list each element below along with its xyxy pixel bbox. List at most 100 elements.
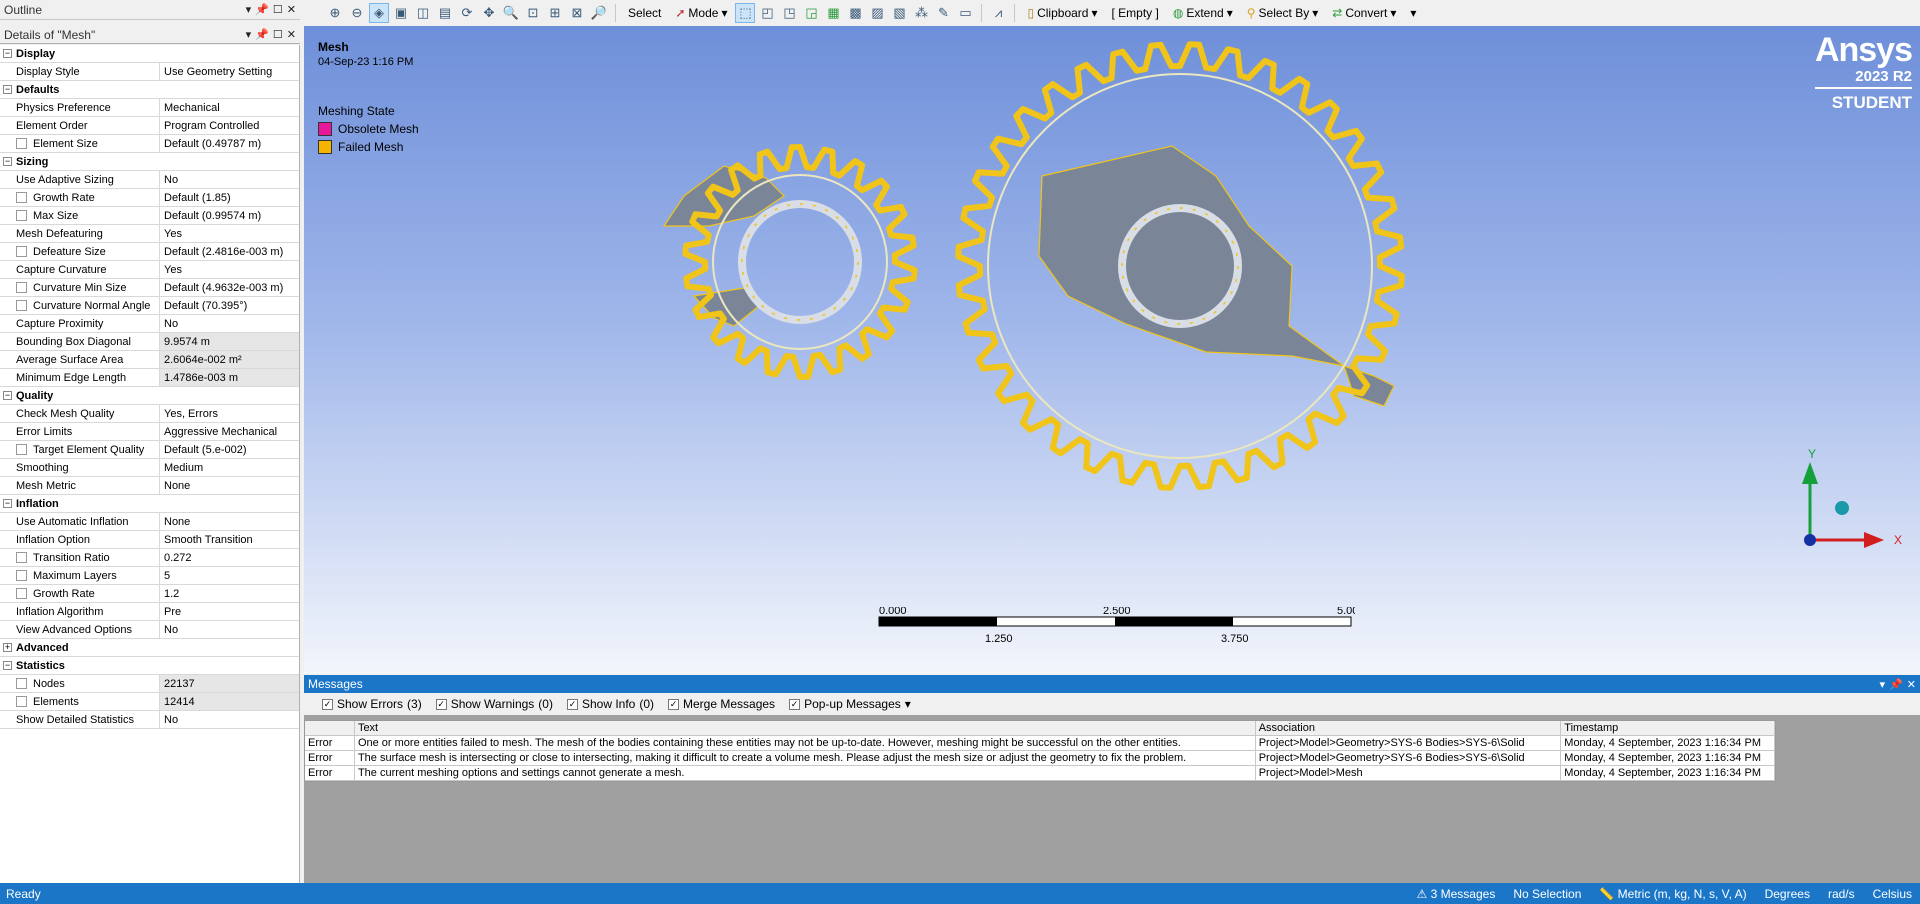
clipboard-button[interactable]: ▯ Clipboard ▾: [1021, 2, 1103, 24]
property-row[interactable]: Target Element Quality Default (5.e-002): [0, 441, 299, 459]
property-row[interactable]: View Advanced Options No: [0, 621, 299, 639]
magnifier-icon[interactable]: 🔎: [589, 3, 609, 23]
collapse-icon[interactable]: −: [3, 157, 12, 166]
table-row[interactable]: Error The surface mesh is intersecting o…: [305, 751, 1775, 766]
zoom-fit-icon[interactable]: ⊞: [545, 3, 565, 23]
property-row[interactable]: Growth Rate 1.2: [0, 585, 299, 603]
close-icon[interactable]: ✕: [287, 28, 296, 41]
property-row[interactable]: Growth Rate Default (1.85): [0, 189, 299, 207]
units-status[interactable]: 📏 Metric (m, kg, N, s, V, A): [1599, 887, 1746, 901]
zoom-icon[interactable]: 🔍: [501, 3, 521, 23]
temperature-units[interactable]: Celsius: [1873, 887, 1912, 901]
select-elem-face-icon[interactable]: ▨: [867, 3, 887, 23]
annotation-icon[interactable]: ✎: [933, 3, 953, 23]
property-row[interactable]: Maximum Layers 5: [0, 567, 299, 585]
collapse-icon[interactable]: −: [3, 391, 12, 400]
messages-status[interactable]: ⚠ 3 Messages: [1417, 887, 1496, 901]
parameter-checkbox[interactable]: [16, 552, 27, 563]
pan-icon[interactable]: ✥: [479, 3, 499, 23]
parameter-checkbox[interactable]: [16, 246, 27, 257]
select-vertex-icon[interactable]: ⬚: [735, 3, 756, 23]
dropdown-icon[interactable]: ▾: [1880, 678, 1886, 691]
property-row[interactable]: Use Automatic Inflation None: [0, 513, 299, 531]
section-sizing[interactable]: − Sizing: [0, 153, 299, 171]
angle-units[interactable]: Degrees: [1765, 887, 1810, 901]
collapse-icon[interactable]: −: [3, 661, 12, 670]
checkbox[interactable]: ✓: [435, 698, 447, 710]
section-quality[interactable]: − Quality: [0, 387, 299, 405]
extend-button[interactable]: ◍ Extend ▾: [1167, 2, 1239, 24]
property-row[interactable]: Transition Ratio 0.272: [0, 549, 299, 567]
merge-messages-toggle[interactable]: ✓ Merge Messages: [668, 697, 775, 711]
property-row[interactable]: Mesh Defeaturing Yes: [0, 225, 299, 243]
section-statistics[interactable]: − Statistics: [0, 657, 299, 675]
zoom-out-icon[interactable]: ⊖: [347, 3, 367, 23]
body-view-icon[interactable]: ◈: [369, 3, 389, 23]
pin-icon[interactable]: 📌: [1889, 678, 1903, 691]
property-row[interactable]: Capture Curvature Yes: [0, 261, 299, 279]
collapse-icon[interactable]: −: [3, 49, 12, 58]
collapse-icon[interactable]: −: [3, 85, 12, 94]
property-row[interactable]: Capture Proximity No: [0, 315, 299, 333]
toolbar-overflow-button[interactable]: ▾: [1404, 2, 1422, 24]
rotate-icon[interactable]: ⟳: [457, 3, 477, 23]
property-row[interactable]: Inflation Option Smooth Transition: [0, 531, 299, 549]
mode-button[interactable]: ➚ Mode ▾: [669, 2, 733, 24]
property-row[interactable]: Element Size Default (0.49787 m): [0, 135, 299, 153]
large-gear[interactable]: [955, 41, 1405, 491]
axis-triad[interactable]: Y X: [1784, 448, 1920, 568]
graphics-viewport[interactable]: Mesh 04-Sep-23 1:16 PM Meshing State Obs…: [304, 26, 1920, 674]
select-element-icon[interactable]: ▦: [823, 3, 843, 23]
property-row[interactable]: Check Mesh Quality Yes, Errors: [0, 405, 299, 423]
parameter-checkbox[interactable]: [16, 282, 27, 293]
popup-messages-toggle[interactable]: ✓ Pop-up Messages ▾: [789, 697, 911, 711]
show-errors-toggle[interactable]: ✓ Show Errors (3): [322, 697, 422, 711]
close-icon[interactable]: ✕: [1907, 678, 1916, 691]
section-defaults[interactable]: − Defaults: [0, 81, 299, 99]
show-info-toggle[interactable]: ✓ Show Info (0): [566, 697, 654, 711]
table-row[interactable]: Error The current meshing options and se…: [305, 766, 1775, 781]
select-edge-icon[interactable]: ◰: [757, 3, 777, 23]
parameter-checkbox[interactable]: [16, 678, 27, 689]
select-extend-icon[interactable]: ⁂: [911, 3, 931, 23]
parameter-checkbox[interactable]: [16, 588, 27, 599]
checkbox[interactable]: ✓: [566, 698, 578, 710]
select-node-icon[interactable]: ▩: [845, 3, 865, 23]
parameter-checkbox[interactable]: [16, 444, 27, 455]
property-row[interactable]: Defeature Size Default (2.4816e-003 m): [0, 243, 299, 261]
convert-button[interactable]: ⇄ Convert ▾: [1326, 2, 1402, 24]
property-row[interactable]: Use Adaptive Sizing No: [0, 171, 299, 189]
zoom-selected-icon[interactable]: ⊠: [567, 3, 587, 23]
checkbox[interactable]: ✓: [789, 698, 801, 710]
zoom-in-icon[interactable]: ⊕: [325, 3, 345, 23]
property-row[interactable]: Element Order Program Controlled: [0, 117, 299, 135]
layers-icon[interactable]: ▤: [435, 3, 455, 23]
property-row[interactable]: Max Size Default (0.99574 m): [0, 207, 299, 225]
select-by-button[interactable]: ⚲ Select By ▾: [1241, 2, 1325, 24]
parameter-checkbox[interactable]: [16, 300, 27, 311]
maximize-icon[interactable]: ☐: [273, 3, 283, 16]
pin-icon[interactable]: 📌: [255, 28, 269, 41]
small-gear[interactable]: [662, 144, 918, 380]
property-row[interactable]: Display Style Use Geometry Setting: [0, 63, 299, 81]
dropdown-icon[interactable]: ▾: [905, 697, 911, 711]
section-advanced[interactable]: + Advanced: [0, 639, 299, 657]
zoom-box-icon[interactable]: ⊡: [523, 3, 543, 23]
property-row[interactable]: Error Limits Aggressive Mechanical: [0, 423, 299, 441]
dropdown-icon[interactable]: ▾: [246, 3, 252, 16]
expand-icon[interactable]: +: [3, 643, 12, 652]
chart-icon[interactable]: ⩘: [988, 3, 1008, 23]
property-row[interactable]: Curvature Min Size Default (4.9632e-003 m…: [0, 279, 299, 297]
section-inflation[interactable]: − Inflation: [0, 495, 299, 513]
checkbox[interactable]: ✓: [668, 698, 680, 710]
select-mesh-icon[interactable]: ▧: [889, 3, 909, 23]
parameter-checkbox[interactable]: [16, 570, 27, 581]
property-row[interactable]: Mesh Metric None: [0, 477, 299, 495]
select-body-icon[interactable]: ◲: [801, 3, 821, 23]
mesh-geometry[interactable]: [304, 26, 1920, 674]
property-row[interactable]: Curvature Normal Angle Default (70.395°): [0, 297, 299, 315]
show-vertices-icon[interactable]: ◫: [413, 3, 433, 23]
property-row[interactable]: Inflation Algorithm Pre: [0, 603, 299, 621]
wireframe-icon[interactable]: ▣: [391, 3, 411, 23]
section-display[interactable]: − Display: [0, 45, 299, 63]
